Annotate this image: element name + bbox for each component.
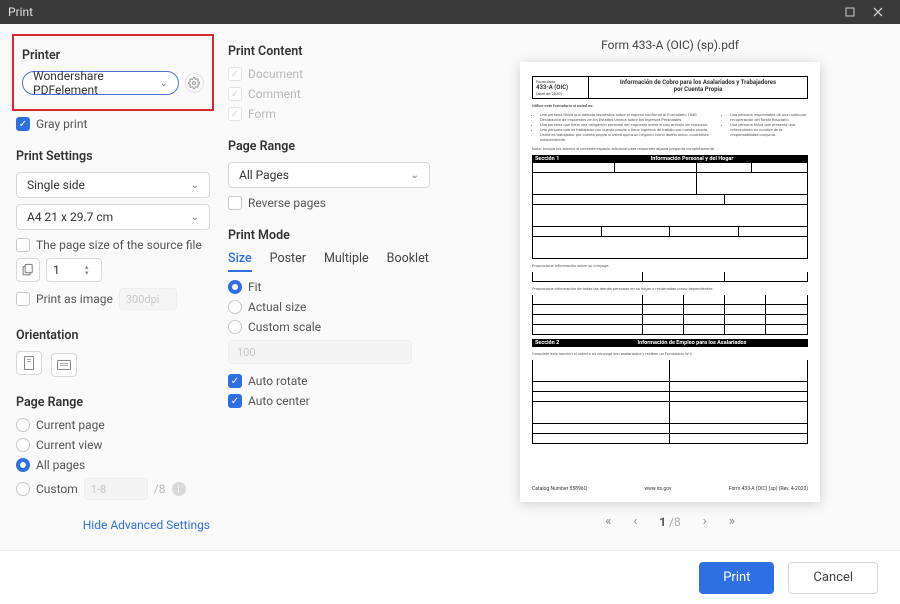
dialog-body: Printer Wondershare PDFelement ⌄ ✓ Gray … xyxy=(0,24,900,550)
preview-filename: Form 433-A (OIC) (sp).pdf xyxy=(601,38,739,52)
custom-range-label: Custom xyxy=(36,482,78,496)
collate-icon-button[interactable] xyxy=(16,258,40,282)
all-pages-label: All pages xyxy=(36,458,85,472)
copies-spinner[interactable]: ▴▾ xyxy=(85,264,97,276)
preview-column: Form 433-A (OIC) (sp).pdf Formulario 433… xyxy=(440,24,900,550)
custom-scale-radio[interactable] xyxy=(228,320,242,334)
copies-input[interactable]: 1 ▴▾ xyxy=(46,258,102,282)
orientation-portrait-button[interactable] xyxy=(16,351,42,375)
chevron-down-icon: ⌄ xyxy=(160,78,168,89)
preview-pager: « ‹ 1 /8 › » xyxy=(605,514,735,529)
window-title: Print xyxy=(8,5,836,19)
all-pages-radio[interactable] xyxy=(16,458,30,472)
pager-last-button[interactable]: » xyxy=(729,514,735,529)
content-comment-checkbox: ✓ xyxy=(228,87,242,101)
auto-center-label: Auto center xyxy=(248,394,310,408)
printer-section-title: Printer xyxy=(22,48,204,63)
current-view-label: Current view xyxy=(36,438,102,452)
chevron-down-icon: ⌄ xyxy=(191,212,199,223)
auto-rotate-label: Auto rotate xyxy=(248,374,308,388)
pager-first-button[interactable]: « xyxy=(605,514,611,529)
print-button[interactable]: Print xyxy=(699,562,774,594)
page-range-left-title: Page Range xyxy=(16,395,210,410)
dialog-footer: Print Cancel xyxy=(0,550,900,604)
fit-radio[interactable] xyxy=(228,280,242,294)
auto-center-checkbox[interactable]: ✓ xyxy=(228,394,242,408)
pager-position: 1 /8 xyxy=(659,515,681,529)
print-as-image-checkbox[interactable] xyxy=(16,292,30,306)
source-page-size-checkbox[interactable] xyxy=(16,238,30,252)
chevron-down-icon: ⌄ xyxy=(411,170,419,181)
dpi-input: 300dpi xyxy=(119,288,177,310)
duplex-value: Single side xyxy=(27,178,85,192)
hide-advanced-settings-link[interactable]: Hide Advanced Settings xyxy=(16,518,210,532)
print-mode-tabs: Size Poster Multiple Booklet xyxy=(228,251,430,272)
fit-label: Fit xyxy=(248,280,261,294)
left-column: Printer Wondershare PDFelement ⌄ ✓ Gray … xyxy=(0,24,220,550)
range-total-suffix: /8 xyxy=(154,482,166,496)
source-page-size-label: The page size of the source file xyxy=(36,238,202,252)
custom-scale-input: 100 xyxy=(228,340,412,364)
reverse-pages-label: Reverse pages xyxy=(248,196,326,210)
printer-settings-button[interactable] xyxy=(185,73,204,93)
paper-size-value: A4 21 x 29.7 cm xyxy=(27,210,113,224)
window-maximize-button[interactable] xyxy=(836,0,864,24)
reverse-pages-checkbox[interactable] xyxy=(228,196,242,210)
cancel-button[interactable]: Cancel xyxy=(788,562,878,594)
current-view-radio[interactable] xyxy=(16,438,30,452)
tab-size[interactable]: Size xyxy=(228,251,252,272)
custom-range-input[interactable]: 1-8 xyxy=(84,478,148,500)
copies-value: 1 xyxy=(53,263,60,277)
titlebar: Print xyxy=(0,0,900,24)
window-close-button[interactable] xyxy=(864,0,892,24)
middle-column: Print Content ✓ Document ✓ Comment ✓ Form P… xyxy=(220,24,440,550)
printer-highlight-box: Printer Wondershare PDFelement ⌄ xyxy=(12,34,214,111)
page-range-value: All Pages xyxy=(239,168,289,182)
content-comment-label: Comment xyxy=(248,87,301,101)
printer-selected-value: Wondershare PDFelement xyxy=(33,69,160,97)
printer-select[interactable]: Wondershare PDFelement ⌄ xyxy=(22,71,179,95)
tab-poster[interactable]: Poster xyxy=(270,251,306,272)
tab-booklet[interactable]: Booklet xyxy=(387,251,429,272)
print-mode-title: Print Mode xyxy=(228,228,430,243)
chevron-down-icon: ⌄ xyxy=(191,180,199,191)
content-form-checkbox: ✓ xyxy=(228,107,242,121)
custom-range-radio[interactable] xyxy=(16,482,30,496)
paper-size-select[interactable]: A4 21 x 29.7 cm ⌄ xyxy=(16,204,210,230)
content-document-checkbox: ✓ xyxy=(228,67,242,81)
preview-page: Formulario 433-A (OIC) (abril de 2020) I… xyxy=(520,62,820,502)
custom-scale-label: Custom scale xyxy=(248,320,321,334)
orientation-title: Orientation xyxy=(16,328,210,343)
gray-print-label: Gray print xyxy=(36,117,87,131)
pager-next-button[interactable]: › xyxy=(703,514,707,529)
current-page-label: Current page xyxy=(36,418,105,432)
auto-rotate-checkbox[interactable]: ✓ xyxy=(228,374,242,388)
page-range-select[interactable]: All Pages ⌄ xyxy=(228,162,430,188)
current-page-radio[interactable] xyxy=(16,418,30,432)
tab-multiple[interactable]: Multiple xyxy=(324,251,369,272)
orientation-landscape-button[interactable] xyxy=(51,353,77,377)
content-document-label: Document xyxy=(248,67,303,81)
info-icon[interactable]: i xyxy=(172,482,186,496)
print-content-title: Print Content xyxy=(228,44,430,59)
pager-prev-button[interactable]: ‹ xyxy=(633,514,637,529)
print-settings-title: Print Settings xyxy=(16,149,210,164)
duplex-select[interactable]: Single side ⌄ xyxy=(16,172,210,198)
gray-print-checkbox[interactable]: ✓ xyxy=(16,117,30,131)
page-range-mid-title: Page Range xyxy=(228,139,430,154)
actual-size-radio[interactable] xyxy=(228,300,242,314)
print-as-image-label: Print as image xyxy=(36,292,113,306)
content-form-label: Form xyxy=(248,107,276,121)
actual-size-label: Actual size xyxy=(248,300,306,314)
